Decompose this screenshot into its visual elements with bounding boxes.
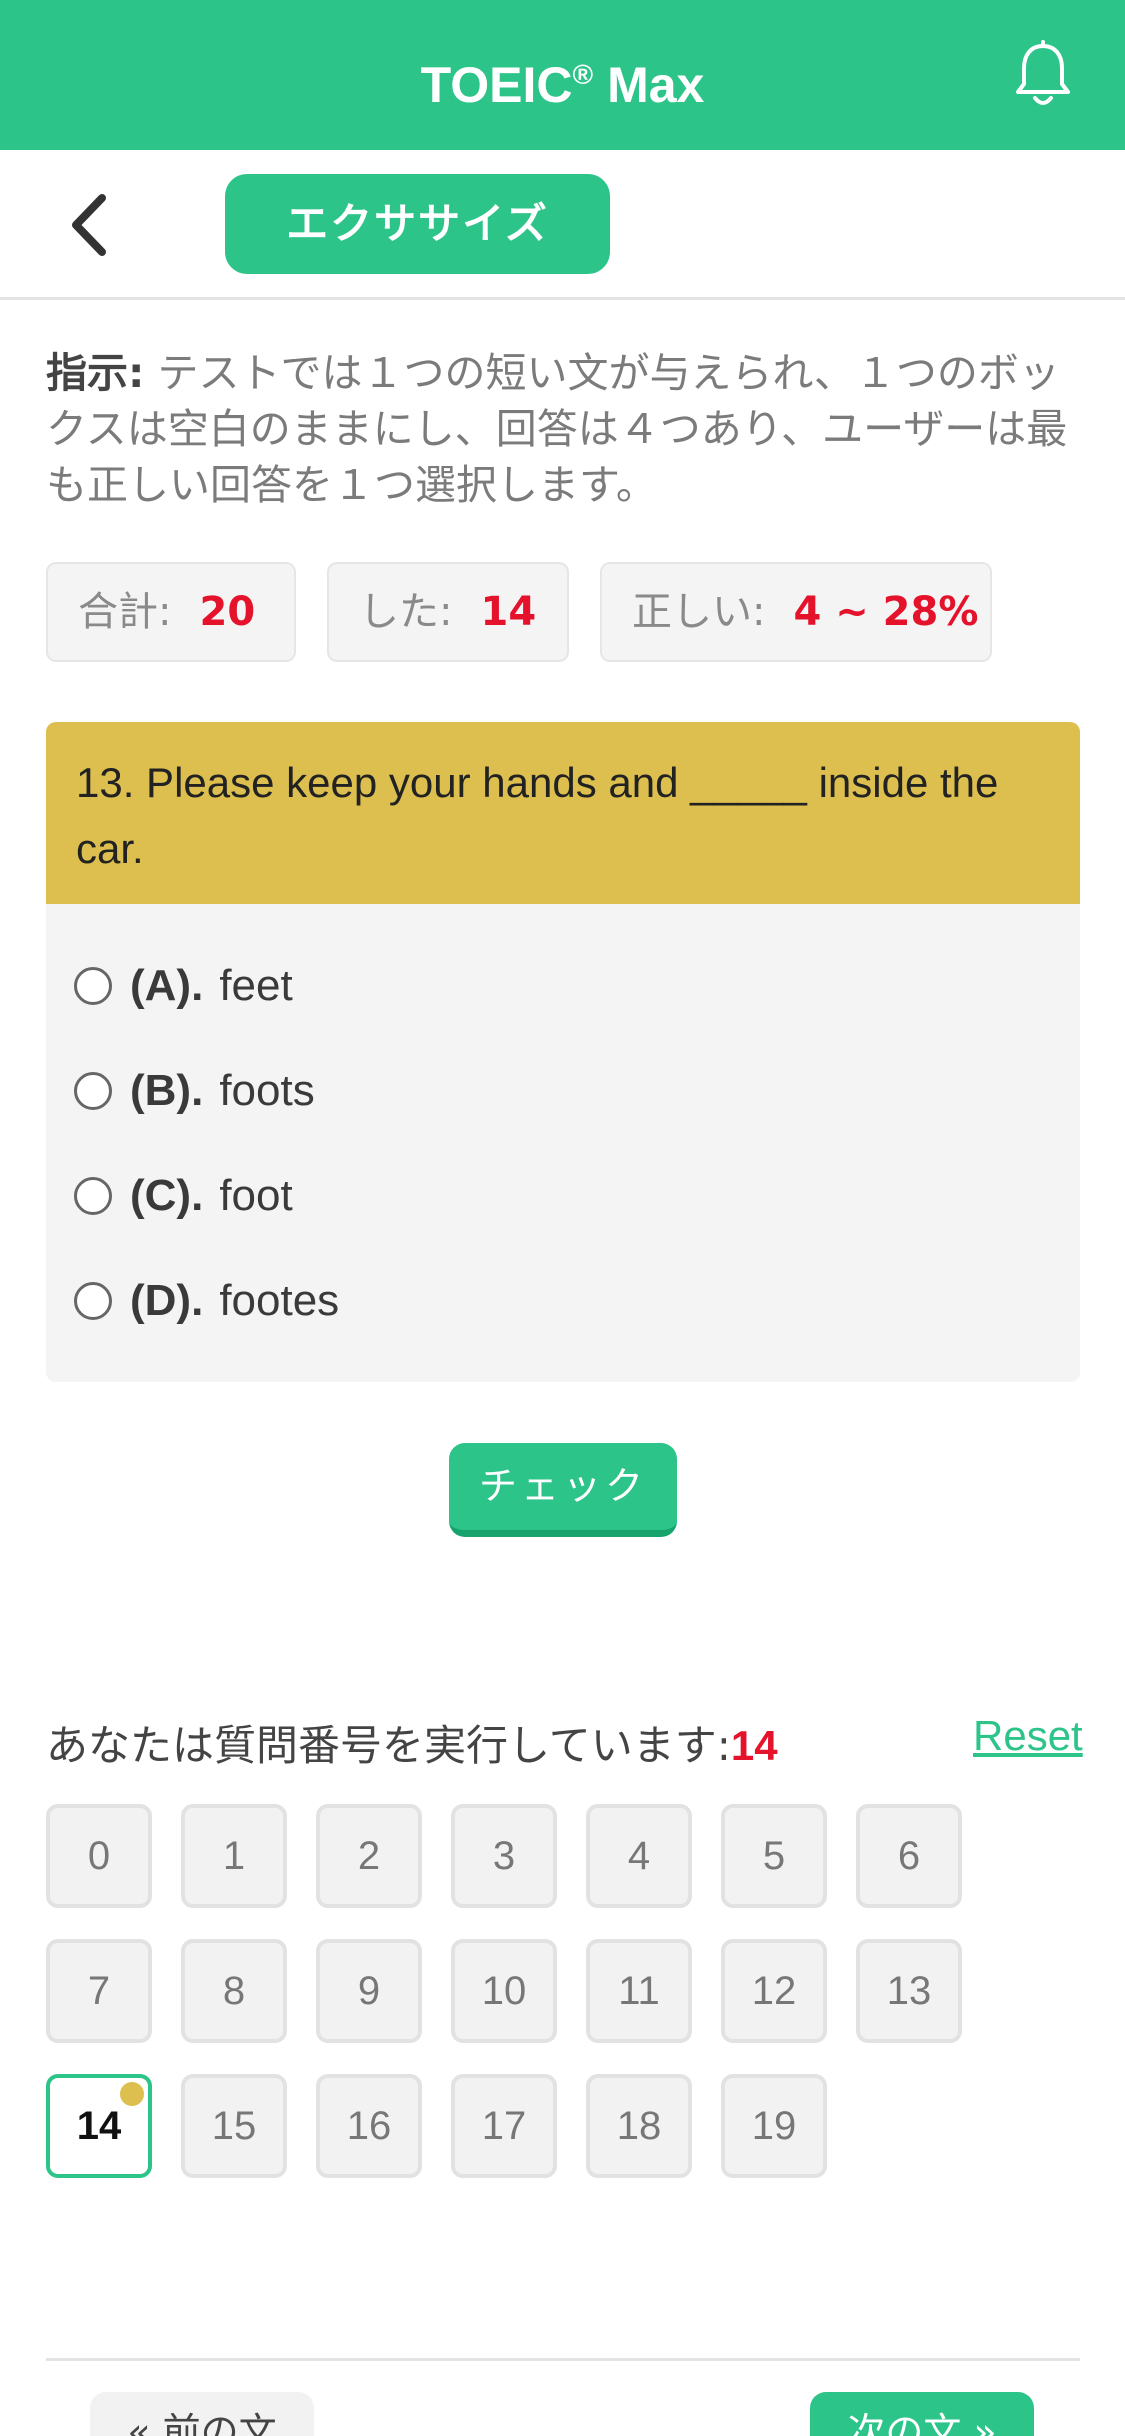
question-number-9[interactable]: 9: [316, 1939, 422, 2043]
question-number-4[interactable]: 4: [586, 1804, 692, 1908]
current-question: 14: [730, 1722, 778, 1769]
stat-done-label: した:: [359, 589, 453, 635]
option-a[interactable]: (A). feet: [74, 951, 293, 1021]
question-number-17[interactable]: 17: [451, 2074, 557, 2178]
prev-button[interactable]: « 前の文: [90, 2392, 314, 2436]
stat-total: 合計: 20: [46, 562, 296, 662]
question-number-6[interactable]: 6: [856, 1804, 962, 1908]
stat-correct-label: 正しい:: [632, 589, 766, 635]
option-d[interactable]: (D). footes: [74, 1266, 339, 1336]
instruction-label: 指示:: [46, 349, 145, 397]
check-button[interactable]: チェック: [449, 1443, 677, 1537]
radio-button[interactable]: [74, 1282, 112, 1320]
next-button[interactable]: 次の文 »: [810, 2392, 1034, 2436]
question-number-11[interactable]: 11: [586, 1939, 692, 2043]
question-number-5[interactable]: 5: [721, 1804, 827, 1908]
bell-icon[interactable]: [1012, 40, 1074, 110]
progress-text: あなたは質問番号を実行しています:14: [46, 1721, 778, 1770]
radio-button[interactable]: [74, 1177, 112, 1215]
instruction-body: テストでは１つの短い文が与えられ、１つのボックスは空白のままにし、回答は４つあり…: [46, 349, 1068, 509]
instruction-text: 指示: テストでは１つの短い文が与えられ、１つのボックスは空白のままにし、回答は…: [46, 345, 1081, 513]
app-title: TOEIC® Max: [420, 57, 705, 113]
answer-options: (A). feet (B). foots (C). foot (D). foot…: [46, 904, 1080, 1382]
question-number-18[interactable]: 18: [586, 2074, 692, 2178]
app-header: TOEIC® Max: [0, 0, 1125, 150]
divider: [46, 2358, 1080, 2361]
question-number-7[interactable]: 7: [46, 1939, 152, 2043]
question-number-19[interactable]: 19: [721, 2074, 827, 2178]
tab-exercise[interactable]: エクササイズ: [225, 174, 610, 274]
chevron-left-icon[interactable]: [62, 192, 118, 258]
question-number-14[interactable]: 14: [46, 2074, 152, 2178]
option-b[interactable]: (B). foots: [74, 1056, 315, 1126]
question-number-12[interactable]: 12: [721, 1939, 827, 2043]
question-number-1[interactable]: 1: [181, 1804, 287, 1908]
question-number-3[interactable]: 3: [451, 1804, 557, 1908]
stat-done-value: 14: [480, 589, 537, 635]
question-number-16[interactable]: 16: [316, 2074, 422, 2178]
question-number-8[interactable]: 8: [181, 1939, 287, 2043]
stat-total-value: 20: [199, 589, 256, 635]
question-number-13[interactable]: 13: [856, 1939, 962, 2043]
question-number-0[interactable]: 0: [46, 1804, 152, 1908]
question-number-15[interactable]: 15: [181, 2074, 287, 2178]
radio-button[interactable]: [74, 967, 112, 1005]
stat-correct: 正しい: 4 ~ 28%: [600, 562, 992, 662]
question-number-10[interactable]: 10: [451, 1939, 557, 2043]
stat-correct-value: 4 ~ 28%: [793, 589, 979, 635]
question-text: 13. Please keep your hands and _____ ins…: [46, 722, 1080, 904]
current-marker-dot: [120, 2082, 144, 2106]
radio-button[interactable]: [74, 1072, 112, 1110]
stat-total-label: 合計:: [78, 589, 172, 635]
reset-link[interactable]: Reset: [973, 1712, 1083, 1760]
nav-row: エクササイズ: [0, 150, 1125, 300]
option-c[interactable]: (C). foot: [74, 1161, 293, 1231]
stat-done: した: 14: [327, 562, 569, 662]
question-number-2[interactable]: 2: [316, 1804, 422, 1908]
